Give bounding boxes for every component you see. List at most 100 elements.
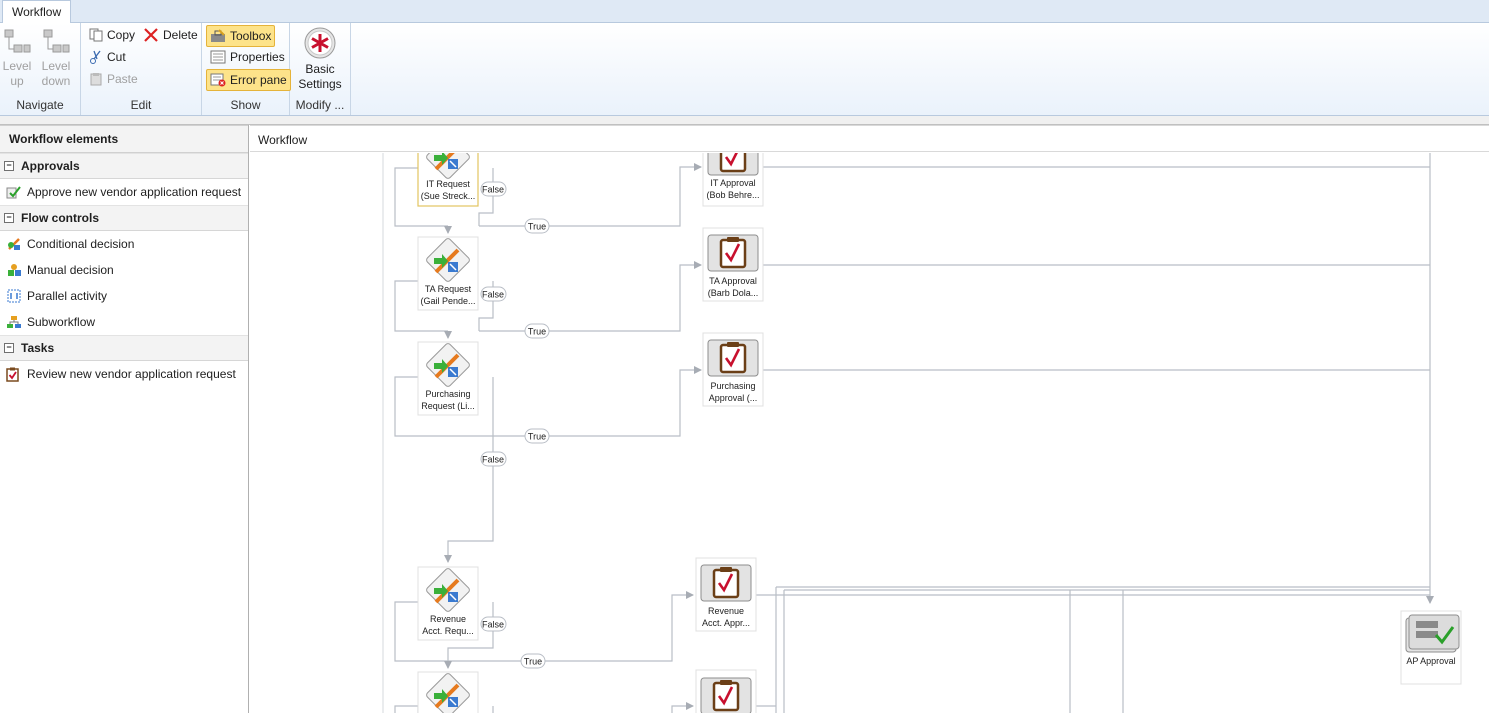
element-label: Parallel activity — [27, 289, 108, 303]
decision-node-purchasing-request[interactable]: Purchasing Request (Li... — [417, 340, 479, 416]
approval-node-partial[interactable] — [695, 669, 757, 713]
element-manual-decision[interactable]: Manual decision — [0, 257, 248, 283]
basic-settings-icon — [304, 27, 336, 59]
edge-label-text: True — [528, 327, 546, 337]
decision-label-line2: Acct. Requ... — [422, 626, 474, 636]
edge-label-text: True — [524, 657, 542, 667]
level-up-label: Level up — [2, 59, 32, 88]
edge-label-text: True — [528, 222, 546, 232]
conditional-decision-icon — [8, 238, 20, 250]
approval-node-ta[interactable]: TA Approval (Barb Dola... — [702, 227, 764, 302]
edge-label-false: False — [480, 181, 507, 197]
approval-label-line1: Purchasing — [710, 381, 755, 391]
approval-label-line2: (Bob Behre... — [706, 190, 759, 200]
collapse-icon[interactable]: − — [4, 213, 14, 223]
group-label-navigate: Navigate — [16, 98, 64, 112]
category-label: Approvals — [21, 159, 80, 173]
decision-label-line2: (Sue Streck... — [421, 191, 476, 201]
edge-label-text: False — [482, 290, 504, 300]
ribbon-group-navigate: Level up Level down Navigate — [0, 23, 81, 115]
approval-label-line1: Revenue — [708, 606, 744, 616]
edge-label-true: True — [524, 428, 550, 444]
toolbox-label: Toolbox — [230, 29, 272, 43]
decision-label-line1: Purchasing — [425, 389, 470, 399]
paste-label: Paste — [107, 72, 138, 86]
delete-label: Delete — [163, 28, 198, 42]
category-label: Tasks — [21, 341, 55, 355]
element-label: Review new vendor application request — [27, 367, 236, 381]
basic-settings-label: Basic Settings — [298, 62, 342, 91]
edge-label-text: True — [528, 432, 546, 442]
approval-node-revenue[interactable]: Revenue Acct. Appr... — [695, 557, 757, 632]
ribbon-tab-bar: Workflow — [0, 0, 1489, 24]
edge-label-text: False — [482, 620, 504, 630]
element-approve-vendor-application[interactable]: Approve new vendor application request — [0, 179, 248, 205]
collapse-icon[interactable]: − — [4, 343, 14, 353]
category-tasks[interactable]: − Tasks — [0, 335, 248, 361]
element-parallel-activity[interactable]: Parallel activity — [0, 283, 248, 309]
approval-label-line1: IT Approval — [710, 178, 755, 188]
category-flow-controls[interactable]: − Flow controls — [0, 205, 248, 231]
edge-label-true: True — [524, 218, 550, 234]
workflow-canvas[interactable]: Workflow IT Request (Sue Streck... TA Re… — [250, 125, 1489, 713]
element-label: Approve new vendor application request — [27, 185, 242, 199]
approval-icon — [6, 186, 21, 199]
edge-label-true: True — [520, 653, 546, 669]
decision-node-revenue-request[interactable]: Revenue Acct. Requ... — [417, 565, 479, 641]
paste-icon — [90, 73, 102, 86]
decision-node-partial[interactable] — [417, 670, 479, 713]
ribbon: Level up Level down Navigate Copy Delete… — [0, 23, 1489, 116]
workflow-elements-panel: Workflow elements − Approvals Approve ne… — [0, 125, 249, 713]
decision-label-line1: Revenue — [430, 614, 466, 624]
category-label: Flow controls — [21, 211, 99, 225]
edge-label-false: False — [480, 286, 507, 302]
edge-label-true: True — [524, 323, 550, 339]
approval-label-line2: Approval (... — [709, 393, 758, 403]
paste-button[interactable]: Paste — [86, 69, 141, 89]
approval-node-it[interactable]: IT Approval (Bob Behre... — [702, 153, 764, 207]
basic-settings-button[interactable]: Basic Settings — [296, 26, 344, 92]
category-approvals[interactable]: − Approvals — [0, 153, 248, 179]
element-label: Subworkflow — [27, 315, 96, 329]
level-down-icon — [43, 29, 70, 53]
properties-icon — [210, 50, 226, 64]
decision-label-line1: TA Request — [425, 284, 472, 294]
edge-label-false: False — [480, 616, 507, 632]
approval-node-purchasing[interactable]: Purchasing Approval (... — [702, 332, 764, 407]
parallel-activity-icon — [7, 289, 21, 303]
error-pane-label: Error pane — [230, 73, 287, 87]
group-label-modify: Modify ... — [295, 98, 345, 112]
edge-label-text: False — [482, 455, 504, 465]
manual-decision-icon — [8, 264, 21, 276]
group-label-edit: Edit — [130, 98, 152, 112]
decision-label-line2: Request (Li... — [421, 401, 475, 411]
delete-icon — [144, 28, 158, 42]
collapse-icon[interactable]: − — [4, 161, 14, 171]
subworkflow-icon — [7, 316, 21, 328]
decision-node-it-request[interactable]: IT Request (Sue Streck... — [417, 153, 479, 207]
workflow-diagram: IT Request (Sue Streck... TA Request (Ga… — [382, 153, 1462, 713]
decision-label-line1: IT Request — [426, 179, 470, 189]
level-down-label: Level down — [41, 59, 71, 88]
ribbon-group-edit: Copy Delete Cut Paste Edit — [81, 23, 202, 115]
ap-approval-node[interactable]: AP Approval — [1400, 610, 1462, 685]
level-up-icon — [4, 29, 31, 53]
error-pane-toggle[interactable]: Error pane — [206, 69, 291, 91]
copy-button[interactable]: Copy — [86, 25, 138, 45]
delete-button[interactable]: Delete — [140, 25, 201, 45]
toolbox-toggle[interactable]: Toolbox — [206, 25, 276, 47]
edge-label-text: False — [482, 185, 504, 195]
properties-toggle[interactable]: Properties — [207, 47, 288, 67]
element-subworkflow[interactable]: Subworkflow — [0, 309, 248, 335]
decision-node-ta-request[interactable]: TA Request (Gail Pende... — [417, 235, 479, 311]
element-conditional-decision[interactable]: Conditional decision — [0, 231, 248, 257]
toolbox-icon — [211, 29, 225, 42]
copy-icon — [89, 28, 103, 42]
level-up-button[interactable]: Level up — [2, 27, 32, 89]
cut-button[interactable]: Cut — [86, 47, 129, 67]
level-down-button[interactable]: Level down — [40, 27, 72, 89]
tab-workflow[interactable]: Workflow — [2, 0, 72, 24]
ribbon-separator — [0, 116, 1489, 125]
error-pane-icon — [210, 73, 226, 87]
element-review-vendor-application[interactable]: Review new vendor application request — [0, 361, 248, 387]
